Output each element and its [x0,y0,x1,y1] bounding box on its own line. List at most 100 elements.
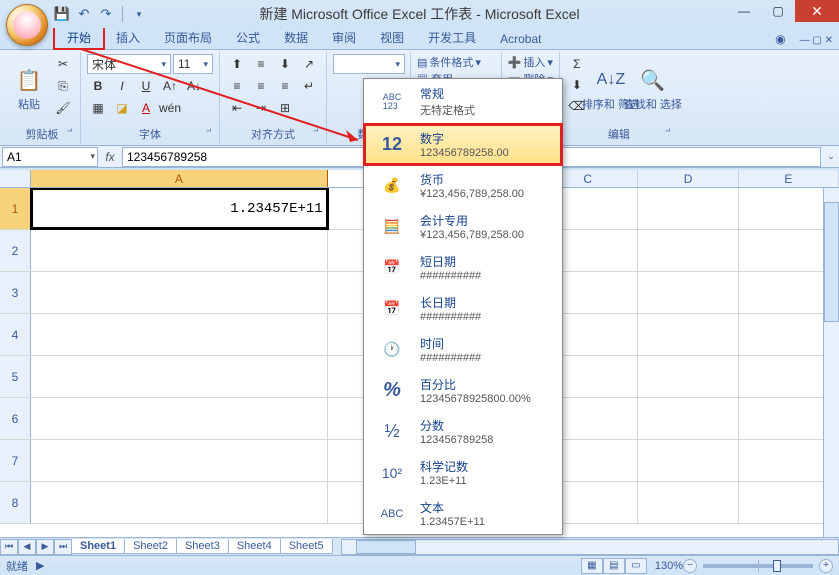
name-box[interactable]: A1▾ [2,147,98,167]
cell-A3[interactable] [31,272,328,313]
align-left-icon[interactable]: ≡ [226,76,248,96]
font-color-icon[interactable]: A [135,98,157,118]
cell-A8[interactable] [31,482,328,523]
numfmt-时间[interactable]: 🕐 时间########## [364,329,562,370]
qat-more-icon[interactable]: ▾ [131,6,147,22]
tab-data[interactable]: 数据 [272,26,320,49]
orientation-icon[interactable]: ↗ [298,54,320,74]
col-header-A[interactable]: A [31,170,328,187]
numfmt-分数[interactable]: ½ 分数123456789258 [364,411,562,452]
indent-dec-icon[interactable]: ⇤ [226,98,248,118]
row-header-6[interactable]: 6 [0,398,31,439]
cell-D4[interactable] [638,314,738,355]
office-button[interactable] [6,4,48,46]
font-name-combo[interactable]: 宋体▾ [87,54,171,74]
row-header-2[interactable]: 2 [0,230,31,271]
sheet-tab-Sheet2[interactable]: Sheet2 [124,539,177,554]
cell-D5[interactable] [638,356,738,397]
fill-icon[interactable]: ⬇ [566,75,588,95]
col-header-E[interactable]: E [739,170,839,187]
fx-icon[interactable]: fx [100,150,120,164]
row-header-4[interactable]: 4 [0,314,31,355]
row-header-3[interactable]: 3 [0,272,31,313]
format-painter-icon[interactable]: 🖌 [52,98,74,118]
normal-view-icon[interactable]: ▦ [581,558,603,574]
sheet-tab-Sheet3[interactable]: Sheet3 [176,539,229,554]
tab-acrobat[interactable]: Acrobat [488,29,553,49]
zoom-in-button[interactable]: + [819,559,833,573]
align-bottom-icon[interactable]: ⬇ [274,54,296,74]
font-size-combo[interactable]: 11▾ [173,54,213,74]
vertical-scrollbar[interactable] [823,188,839,537]
cell-D1[interactable] [638,188,738,229]
horizontal-scrollbar[interactable] [341,539,839,555]
copy-icon[interactable]: ⎘ [52,76,74,96]
minimize-button[interactable]: — [727,0,761,22]
sheet-tab-Sheet4[interactable]: Sheet4 [228,539,281,554]
cell-D6[interactable] [638,398,738,439]
cell-A7[interactable] [31,440,328,481]
cell-A4[interactable] [31,314,328,355]
fill-color-icon[interactable]: ◪ [111,98,133,118]
zoom-slider[interactable] [703,564,813,568]
paste-button[interactable]: 📋 粘贴 [10,54,48,124]
grow-font-icon[interactable]: A↑ [159,76,181,96]
cell-D3[interactable] [638,272,738,313]
sheet-nav-first-icon[interactable]: ⏮ [0,539,18,555]
maximize-button[interactable]: ▢ [761,0,795,22]
numfmt-常规[interactable]: ABC123 常规无特定格式 [364,79,562,124]
border-icon[interactable]: ▦ [87,98,109,118]
indent-inc-icon[interactable]: ⇥ [250,98,272,118]
numfmt-货币[interactable]: 💰 货币¥123,456,789,258.00 [364,165,562,206]
find-select-button[interactable]: 🔍 查找和 选择 [634,54,672,124]
cell-D7[interactable] [638,440,738,481]
redo-icon[interactable]: ↷ [98,6,114,22]
align-middle-icon[interactable]: ≡ [250,54,272,74]
numfmt-科学记数[interactable]: 10² 科学记数1.23E+11 [364,452,562,493]
numfmt-数字[interactable]: 12 数字123456789258.00 [364,124,562,165]
sort-filter-button[interactable]: A↓Z 排序和 筛选 [592,54,630,124]
numfmt-长日期[interactable]: 📅 长日期########## [364,288,562,329]
zoom-level[interactable]: 130% [655,560,683,572]
shrink-font-icon[interactable]: A↓ [183,76,205,96]
numfmt-百分比[interactable]: % 百分比12345678925800.00% [364,370,562,411]
min-ribbon-icon[interactable]: — ▢ ✕ [794,32,839,49]
conditional-format-button[interactable]: ▤ 条件格式 ▾ [417,54,495,70]
cell-D2[interactable] [638,230,738,271]
tab-developer[interactable]: 开发工具 [416,26,488,49]
sheet-nav-prev-icon[interactable]: ◀ [18,539,36,555]
wrap-text-icon[interactable]: ↵ [298,76,320,96]
undo-icon[interactable]: ↶ [76,6,92,22]
cell-D8[interactable] [638,482,738,523]
select-all-button[interactable] [0,170,31,187]
cell-A2[interactable] [31,230,328,271]
save-icon[interactable]: 💾 [54,6,70,22]
tab-review[interactable]: 审阅 [320,26,368,49]
merge-icon[interactable]: ⊞ [274,98,296,118]
align-top-icon[interactable]: ⬆ [226,54,248,74]
row-header-8[interactable]: 8 [0,482,31,523]
tab-formulas[interactable]: 公式 [224,26,272,49]
phonetic-icon[interactable]: wén [159,98,181,118]
italic-button[interactable]: I [111,76,133,96]
macro-record-icon[interactable]: ▶ [36,559,44,572]
row-header-1[interactable]: 1 [0,188,31,229]
number-format-combo[interactable]: ▾ [333,54,405,74]
row-header-5[interactable]: 5 [0,356,31,397]
col-header-D[interactable]: D [638,170,738,187]
align-right-icon[interactable]: ≡ [274,76,296,96]
sheet-tab-Sheet1[interactable]: Sheet1 [71,539,125,554]
bold-button[interactable]: B [87,76,109,96]
row-header-7[interactable]: 7 [0,440,31,481]
numfmt-短日期[interactable]: 📅 短日期########## [364,247,562,288]
tab-home[interactable]: 开始 [54,25,104,49]
close-button[interactable]: ✕ [795,0,839,22]
sheet-nav-last-icon[interactable]: ⏭ [54,539,72,555]
page-layout-view-icon[interactable]: ▤ [603,558,625,574]
align-center-icon[interactable]: ≡ [250,76,272,96]
cell-A1[interactable]: 1.23457E+11 [31,188,328,229]
page-break-view-icon[interactable]: ▭ [625,558,647,574]
insert-cells-button[interactable]: ➕ 插入 ▾ [508,54,553,70]
sheet-tab-Sheet5[interactable]: Sheet5 [280,539,333,554]
cell-A6[interactable] [31,398,328,439]
